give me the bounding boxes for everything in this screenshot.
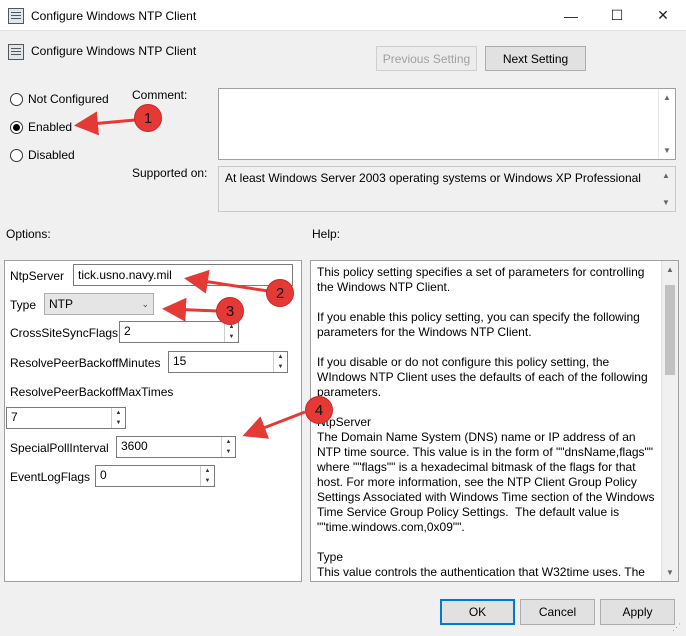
eventlog-stepper[interactable]: 0 ▲ ▼ — [95, 465, 215, 487]
radio-enabled-label: Enabled — [28, 120, 73, 134]
eventlog-label: EventLogFlags — [10, 470, 91, 484]
scroll-down-icon[interactable]: ▼ — [666, 568, 674, 577]
ntpserver-input[interactable]: tick.usno.navy.mil — [73, 264, 293, 286]
minimize-icon: — — [564, 7, 578, 24]
resolvebackoffmin-label: ResolvePeerBackoffMinutes — [10, 356, 161, 370]
resolvebackoffmin-value: 15 — [173, 354, 187, 368]
minimize-button[interactable]: — — [548, 0, 594, 31]
arrow-1 — [74, 111, 136, 136]
stepper-arrows-icon[interactable]: ▲ ▼ — [224, 322, 238, 342]
policy-title: Configure Windows NTP Client — [31, 44, 197, 58]
help-panel: This policy setting specifies a set of p… — [310, 260, 679, 582]
scroll-up-icon[interactable]: ▲ — [663, 93, 671, 102]
annotation-marker-2: 2 — [266, 279, 294, 307]
annotation-marker-4: 4 — [305, 396, 333, 424]
maximize-icon: ☐ — [610, 7, 624, 23]
resize-grip-icon[interactable]: ⋰ — [672, 622, 681, 633]
stepper-arrows-icon[interactable]: ▲ ▼ — [111, 408, 125, 428]
ok-button[interactable]: OK — [440, 599, 515, 625]
type-select-value: NTP — [49, 297, 73, 311]
supported-scrollbar[interactable]: ▲ ▼ — [658, 167, 675, 211]
crosssite-stepper[interactable]: 2 ▲ ▼ — [119, 321, 239, 343]
scroll-down-icon[interactable]: ▼ — [662, 198, 670, 207]
resolvebackoffmax-stepper[interactable]: 7 ▲ ▼ — [6, 407, 126, 429]
options-label: Options: — [6, 227, 51, 241]
annotation-marker-3: 3 — [216, 297, 244, 325]
scroll-down-icon[interactable]: ▼ — [663, 146, 671, 155]
supported-box: At least Windows Server 2003 operating s… — [218, 166, 676, 212]
comment-textarea[interactable]: ▲ ▼ — [218, 88, 676, 160]
resolvebackoffmax-value: 7 — [11, 410, 18, 424]
resolvebackoffmin-stepper[interactable]: 15 ▲ ▼ — [168, 351, 288, 373]
type-select[interactable]: NTP ⌄ — [44, 293, 154, 315]
specialpoll-label: SpecialPollInterval — [10, 441, 109, 455]
cancel-button[interactable]: Cancel — [520, 599, 595, 625]
previous-setting-button[interactable]: Previous Setting — [376, 46, 477, 71]
comment-scrollbar[interactable]: ▲ ▼ — [658, 89, 675, 159]
resolvebackoffmax-label: ResolvePeerBackoffMaxTimes — [10, 385, 174, 399]
maximize-button[interactable]: ☐ — [594, 0, 640, 31]
supported-text: At least Windows Server 2003 operating s… — [225, 171, 641, 185]
apply-button[interactable]: Apply — [600, 599, 675, 625]
radio-not-configured-label: Not Configured — [28, 92, 109, 106]
close-icon: ✕ — [657, 7, 669, 23]
stepper-arrows-icon[interactable]: ▲ ▼ — [273, 352, 287, 372]
comment-label: Comment: — [132, 88, 188, 102]
chevron-down-icon: ⌄ — [141, 298, 149, 309]
crosssite-value: 2 — [124, 324, 131, 338]
type-label: Type — [10, 298, 37, 312]
help-scrollbar[interactable]: ▲ ▼ — [661, 261, 678, 581]
radio-not-configured[interactable]: Not Configured — [10, 92, 109, 106]
scroll-thumb[interactable] — [665, 285, 675, 375]
specialpoll-value: 3600 — [121, 439, 148, 453]
crosssite-label: CrossSiteSyncFlags — [10, 326, 119, 340]
close-button[interactable]: ✕ — [640, 0, 686, 31]
eventlog-value: 0 — [100, 468, 107, 482]
next-setting-button[interactable]: Next Setting — [485, 46, 586, 71]
scroll-up-icon[interactable]: ▲ — [662, 171, 670, 180]
radio-disabled[interactable]: Disabled — [10, 148, 75, 162]
app-icon — [8, 8, 24, 24]
supported-label: Supported on: — [132, 166, 208, 180]
radio-disabled-indicator — [10, 148, 23, 162]
policy-icon — [8, 44, 24, 60]
annotation-marker-1: 1 — [134, 104, 162, 132]
help-label: Help: — [312, 227, 341, 241]
stepper-arrows-icon[interactable]: ▲ ▼ — [200, 466, 214, 486]
specialpoll-stepper[interactable]: 3600 ▲ ▼ — [116, 436, 236, 458]
radio-not-configured-indicator — [10, 92, 23, 106]
help-text: This policy setting specifies a set of p… — [317, 265, 655, 581]
ntpserver-label: NtpServer — [10, 269, 65, 283]
radio-enabled-indicator — [10, 120, 23, 134]
scroll-up-icon[interactable]: ▲ — [666, 265, 674, 274]
window-title: Configure Windows NTP Client — [31, 9, 197, 23]
radio-enabled[interactable]: Enabled — [10, 120, 72, 134]
stepper-arrows-icon[interactable]: ▲ ▼ — [221, 437, 235, 457]
radio-disabled-label: Disabled — [28, 148, 75, 162]
